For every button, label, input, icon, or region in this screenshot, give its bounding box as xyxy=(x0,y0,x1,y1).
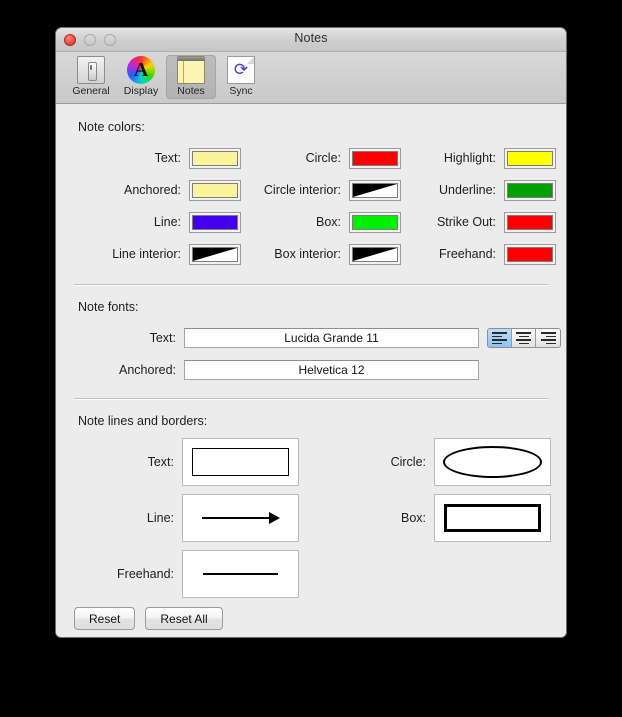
align-left-button[interactable] xyxy=(488,329,512,347)
color-row: Line interior: Box interior: Freehand: xyxy=(56,238,566,270)
preferences-window: Notes General A Display Notes ⟳ Sync Not… xyxy=(56,28,566,637)
color-label-text: Text: xyxy=(154,151,181,165)
note-fonts-section: Note fonts: Text: Lucida Grande 11 Ancho… xyxy=(56,286,566,386)
alignment-segmented-control xyxy=(487,328,561,348)
line-preview-circle[interactable] xyxy=(434,438,551,486)
color-fill-circle xyxy=(352,150,398,166)
color-swatch-circle[interactable] xyxy=(349,147,401,169)
color-fill-highlight xyxy=(507,150,553,166)
window-title: Notes xyxy=(294,31,328,45)
font-field-text[interactable]: Lucida Grande 11 xyxy=(184,328,479,348)
font-row-text: Text: Lucida Grande 11 xyxy=(56,322,566,354)
notes-preferences-pane: Note colors: Text: Circle: Highlight: An… xyxy=(56,104,566,637)
line-preview-freehand[interactable] xyxy=(182,550,299,598)
color-swatch-anchored[interactable] xyxy=(189,179,241,201)
line-label-freehand: Freehand: xyxy=(117,567,174,581)
color-swatch-box-interior[interactable] xyxy=(349,243,401,265)
line-label-text: Text: xyxy=(147,455,174,469)
color-label-circle-interior: Circle interior: xyxy=(263,183,341,197)
toolbar-item-general[interactable]: General xyxy=(66,55,116,99)
color-fill-circle-interior xyxy=(352,182,398,198)
font-field-anchored[interactable]: Helvetica 12 xyxy=(184,360,479,380)
note-lines-section: Note lines and borders: Text: Line: Free… xyxy=(56,400,566,602)
color-label-underline: Underline: xyxy=(439,183,496,197)
note-fonts-heading: Note fonts: xyxy=(78,300,139,314)
color-row: Line: Box: Strike Out: xyxy=(56,206,566,238)
color-label-line-interior: Line interior: xyxy=(112,247,181,261)
yellow-notepad-icon xyxy=(177,56,205,84)
color-swatch-line-interior[interactable] xyxy=(189,243,241,265)
toolbar-item-notes[interactable]: Notes xyxy=(166,55,216,99)
lines-grid: Text: Line: Freehand: Circle: Box: xyxy=(56,434,566,602)
color-swatch-text[interactable] xyxy=(189,147,241,169)
color-fill-freehand xyxy=(507,246,553,262)
color-label-circle: Circle: xyxy=(305,151,341,165)
thick-rectangle-icon xyxy=(444,504,541,532)
toolbar: General A Display Notes ⟳ Sync xyxy=(56,52,566,104)
color-wheel-a-icon: A xyxy=(127,56,155,84)
color-label-box-interior: Box interior: xyxy=(274,247,341,261)
color-fill-underline xyxy=(507,182,553,198)
color-swatch-box[interactable] xyxy=(349,211,401,233)
reset-all-button[interactable]: Reset All xyxy=(145,607,223,630)
font-label-anchored: Anchored: xyxy=(119,363,176,377)
color-swatch-strike-out[interactable] xyxy=(504,211,556,233)
line-preview-line[interactable] xyxy=(182,494,299,542)
toolbar-label-sync: Sync xyxy=(229,85,253,97)
color-label-freehand: Freehand: xyxy=(439,247,496,261)
color-fill-box xyxy=(352,214,398,230)
font-row-anchored: Anchored: Helvetica 12 xyxy=(56,354,566,386)
note-colors-heading: Note colors: xyxy=(78,120,145,134)
note-colors-section: Note colors: Text: Circle: Highlight: An… xyxy=(56,104,566,270)
toolbar-item-sync[interactable]: ⟳ Sync xyxy=(216,55,266,99)
color-label-highlight: Highlight: xyxy=(443,151,496,165)
color-swatch-highlight[interactable] xyxy=(504,147,556,169)
arrow-shaft-icon xyxy=(202,517,269,519)
straight-line-icon xyxy=(203,573,278,575)
color-row: Anchored: Circle interior: Underline: xyxy=(56,174,566,206)
font-label-text: Text: xyxy=(149,331,176,345)
color-fill-line-interior xyxy=(192,246,238,262)
color-label-line: Line: xyxy=(153,215,181,229)
align-right-button[interactable] xyxy=(536,329,560,347)
ellipse-icon xyxy=(443,446,542,478)
titlebar[interactable]: Notes xyxy=(56,28,566,52)
color-fill-strike-out xyxy=(507,214,553,230)
arrow-head-icon xyxy=(269,512,280,524)
color-swatch-freehand[interactable] xyxy=(504,243,556,265)
color-fill-box-interior xyxy=(352,246,398,262)
toolbar-label-general: General xyxy=(72,85,110,97)
note-lines-heading: Note lines and borders: xyxy=(78,414,208,428)
footer-buttons: Reset Reset All xyxy=(74,607,223,630)
line-label-circle: Circle: xyxy=(390,455,426,469)
thin-rectangle-icon xyxy=(192,448,289,476)
color-swatch-circle-interior[interactable] xyxy=(349,179,401,201)
line-preview-text[interactable] xyxy=(182,438,299,486)
color-row: Text: Circle: Highlight: xyxy=(56,142,566,174)
line-preview-box[interactable] xyxy=(434,494,551,542)
color-label-box: Box: xyxy=(315,215,341,229)
toolbar-item-display[interactable]: A Display xyxy=(116,55,166,99)
color-label-strike-out: Strike Out: xyxy=(436,215,496,229)
switch-icon xyxy=(77,56,105,84)
color-label-anchored: Anchored: xyxy=(124,183,181,197)
align-center-button[interactable] xyxy=(512,329,536,347)
color-fill-line xyxy=(192,214,238,230)
color-fill-anchored xyxy=(192,182,238,198)
color-swatch-underline[interactable] xyxy=(504,179,556,201)
toolbar-label-display: Display xyxy=(123,85,159,97)
sync-arrows-page-icon: ⟳ xyxy=(227,56,255,84)
toolbar-label-notes: Notes xyxy=(177,85,205,97)
line-label-line: Line: xyxy=(146,511,174,525)
line-label-box: Box: xyxy=(400,511,426,525)
color-swatch-line[interactable] xyxy=(189,211,241,233)
reset-button[interactable]: Reset xyxy=(74,607,136,630)
color-fill-text xyxy=(192,150,238,166)
